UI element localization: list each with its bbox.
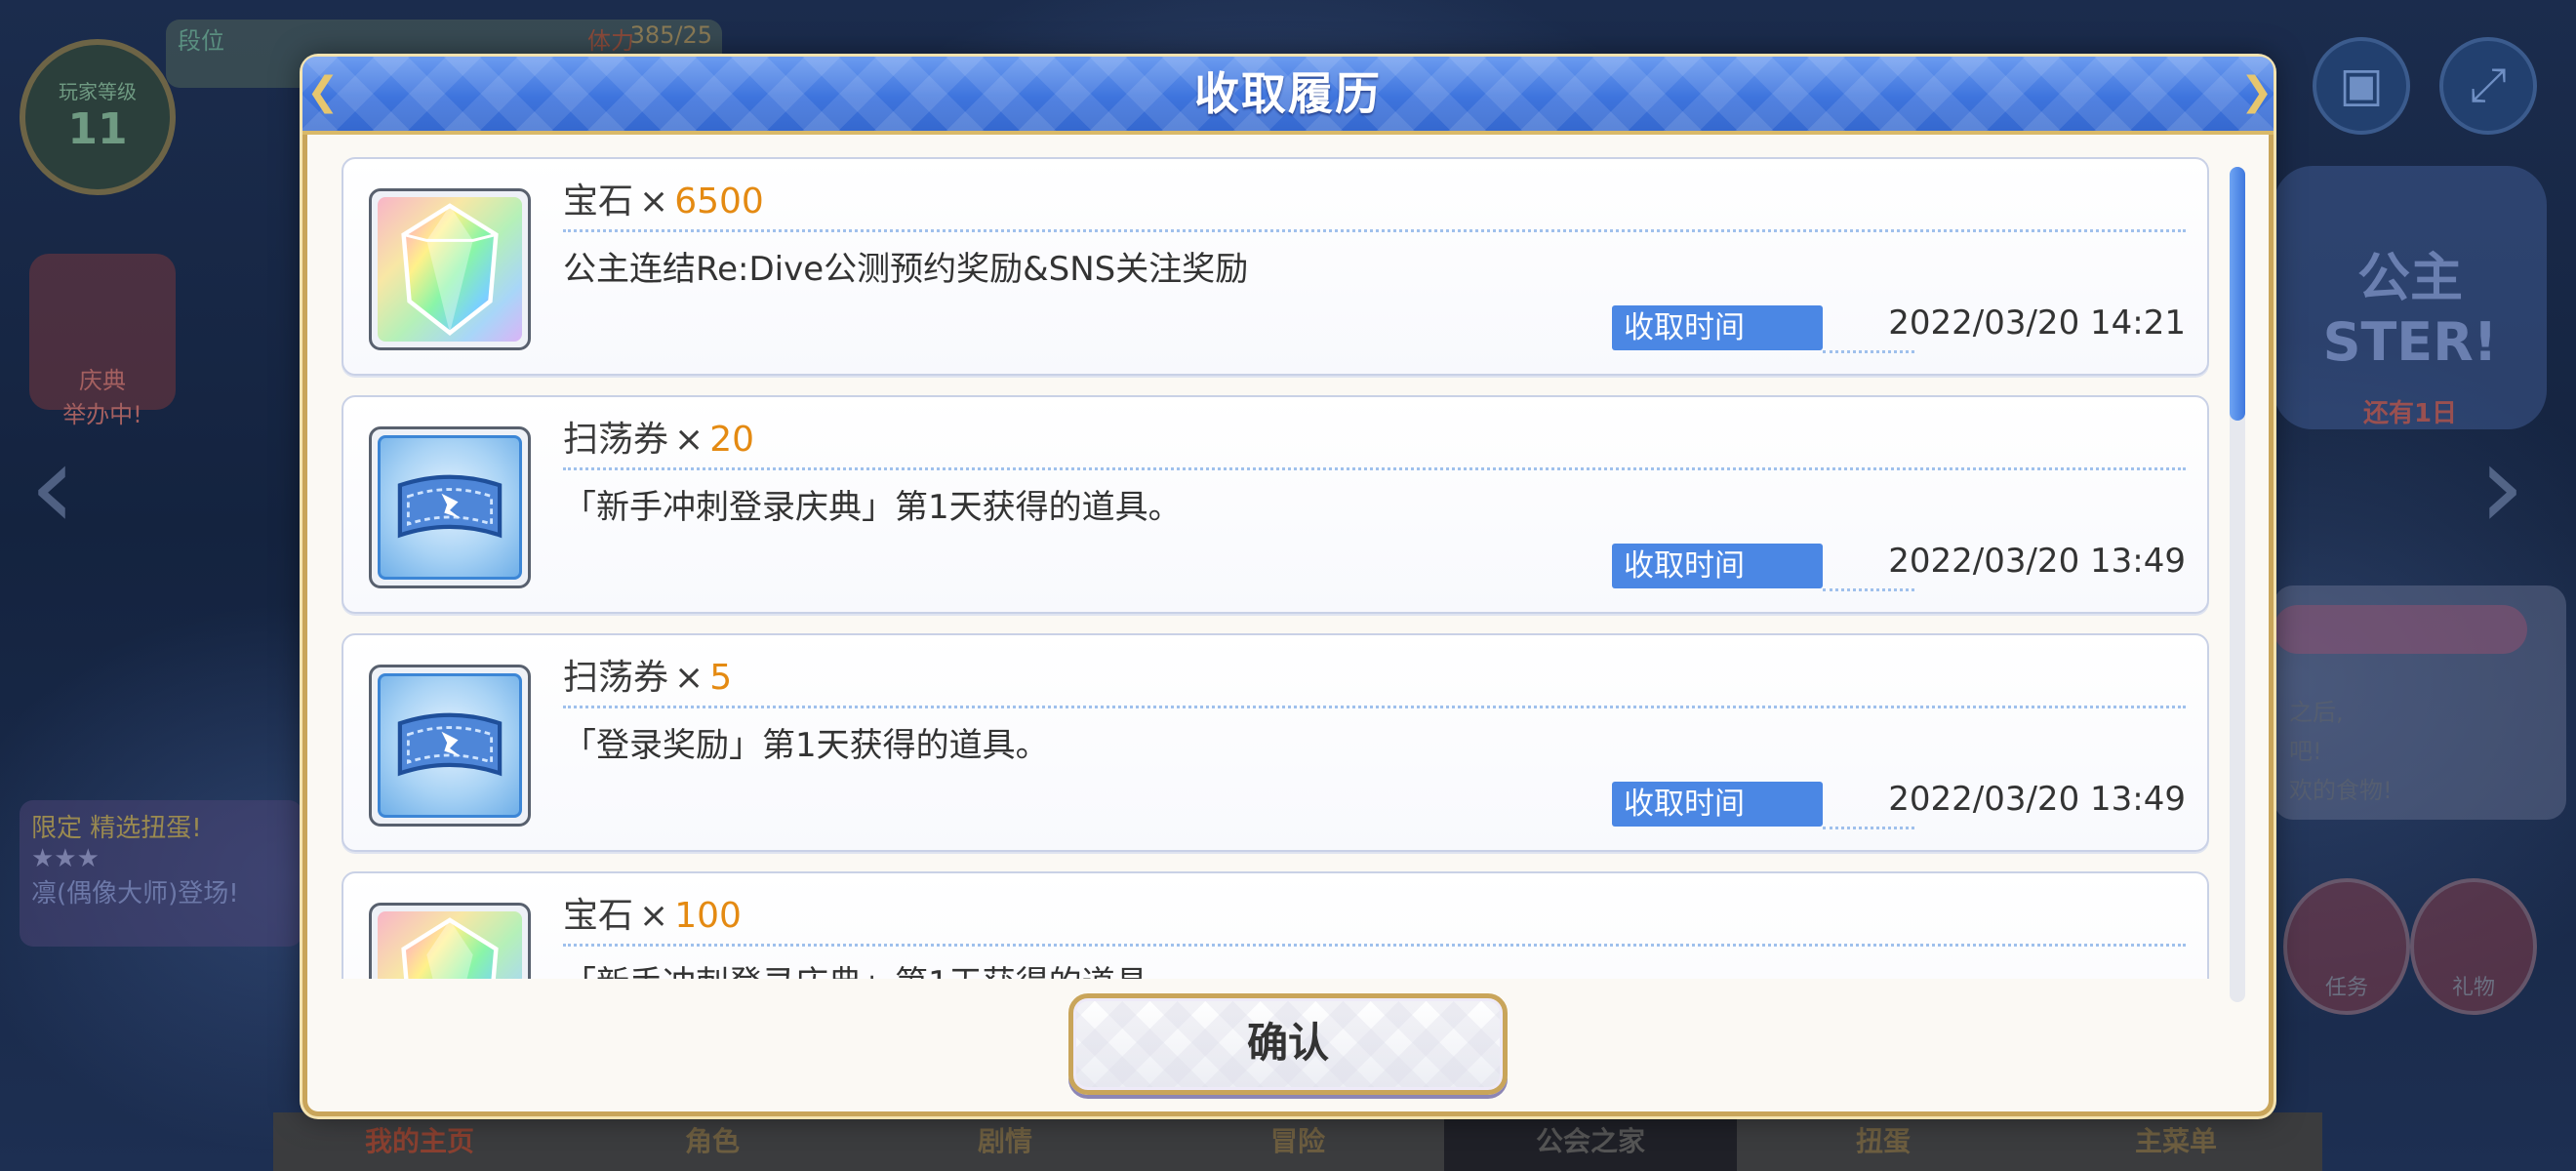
player-level-badge: 玩家等级 11 [20,39,176,195]
item-name-quantity: 扫荡券 × 5 [563,649,732,700]
divider [1823,827,1914,829]
divider [563,467,2186,470]
mission-button: 任务 [2283,878,2410,1015]
bottom-nav: 我的主页 角色 剧情 冒险 公会之家 扭蛋 主菜单 [273,1112,2322,1171]
player-level-value: 11 [67,104,128,154]
news-line: 欢的食物! [2289,777,2393,804]
record-description: 「新手冲刺登录庆典」第1天获得的道具。 [563,488,1182,527]
record-description: 「登录奖励」第1天获得的道具。 [563,726,1049,765]
divider [563,229,2186,232]
history-record: 扫荡券 × 20 「新手冲刺登录庆典」第1天获得的道具。 收取时间 2022/03/… [342,395,2209,614]
times-sign: × [674,420,704,460]
receive-time-value: 2022/03/20 14:21 [1888,303,2186,343]
event-badge-label: 庆典 [79,367,126,394]
history-record: 宝石×100 「新手冲刺登录庆典」第1天获得的道具。 [342,871,2209,979]
nav-item-guild-house: 公会之家 [1444,1112,1737,1171]
record-description: 「新手冲刺登录庆典」第1天获得的道具。 [563,956,1182,979]
player-level-label: 玩家等级 [59,80,137,103]
item-name-quantity: 扫荡券 × 20 [563,411,754,462]
receive-history-dialog: ❮ 收取履历 ❯ 宝石 × 6500 公主连结Re:Dive公测预约奖励&SNS… [302,57,2274,1116]
receive-time-label: 收取时间 [1612,544,1823,588]
news-line: 之后, [2289,699,2344,726]
gift-button: 礼物 [2410,878,2537,1015]
nav-item-home: 我的主页 [364,1125,474,1157]
right-arrow-icon: › [2478,420,2525,555]
event-banner: 公主 STER! 还有1日 [2274,166,2547,429]
stamina-value: 385/25 [629,21,712,49]
item-quantity: 6500 [674,182,764,222]
limited-banner-title: 限定 精选扭蛋! [31,814,202,843]
limited-gacha-banner: 限定 精选扭蛋! ★★★ 凛(偶像大师)登场! [20,800,302,947]
corner-ornament-icon: ❯ [2240,69,2274,114]
corner-ornament-icon: ❮ [306,69,340,114]
dialog-header: ❮ 收取履历 ❯ [302,57,2274,135]
news-header-bar [2274,605,2527,654]
divider [1823,350,1914,353]
item-icon-frame [369,903,531,979]
record-description: 公主连结Re:Dive公测预约奖励&SNS关注奖励 [563,250,1249,289]
receive-time-value: 2022/03/20 13:49 [1888,542,2186,581]
item-icon-frame [369,665,531,827]
sweep-ticket-icon [378,673,522,818]
mission-label: 任务 [2324,976,2368,1000]
scrollbar-thumb[interactable] [2230,167,2245,421]
limited-banner-sub: 凛(偶像大师)登场! [31,879,239,909]
history-record: 宝石 × 6500 公主连结Re:Dive公测预约奖励&SNS关注奖励 收取时间 2… [342,157,2209,376]
gem-icon [378,911,522,979]
event-banner-title: 公主 STER! [2322,247,2498,373]
item-name: 宝石 [563,896,634,936]
rank-label: 段位 [178,27,224,55]
event-badge: 庆典 举办中! [29,254,176,428]
dialog-title: 收取履历 [1194,67,1382,120]
event-banner-sub: 还有1日 [2362,399,2458,428]
fullscreen-button: ⤢ [2439,37,2537,135]
item-name: 扫荡券 [563,658,669,698]
item-quantity: 100 [674,896,742,936]
list-scrollbar[interactable] [2230,167,2245,1002]
nav-item-story: 剧情 [977,1125,1032,1157]
gem-icon [378,197,522,342]
divider [563,944,2186,947]
item-name: 扫荡券 [563,420,669,460]
nav-item-adventure: 冒险 [1269,1125,1325,1157]
nav-item-gacha: 扭蛋 [1855,1125,1911,1157]
news-line: 吧! [2289,738,2322,765]
receive-time-label: 收取时间 [1612,782,1823,827]
divider [1823,588,1914,591]
receive-time-value: 2022/03/20 13:49 [1888,780,2186,819]
times-sign: × [639,896,669,936]
item-icon-frame [369,188,531,350]
gift-label: 礼物 [2451,976,2495,1000]
times-sign: × [674,658,704,698]
item-icon-frame [369,426,531,588]
nav-item-main-menu: 主菜单 [2134,1125,2217,1157]
camera-button: ▣ [2313,37,2410,135]
confirm-button[interactable]: 确认 [1068,993,1508,1095]
stamina-label: 体力 [587,27,634,55]
star-rating-icon: ★★★ [31,844,100,873]
times-sign: × [639,182,669,222]
left-arrow-icon: ‹ [29,420,76,555]
sweep-ticket-icon [378,435,522,580]
item-quantity: 5 [709,658,733,698]
nav-item-characters: 角色 [684,1125,740,1157]
item-name: 宝石 [563,182,634,222]
item-name-quantity: 宝石 × 100 [563,887,742,938]
event-badge-sub: 举办中! [62,401,142,428]
item-quantity: 20 [709,420,754,460]
news-panel: 之后, 吧! 欢的食物! [2274,586,2566,820]
history-list[interactable]: 宝石 × 6500 公主连结Re:Dive公测预约奖励&SNS关注奖励 收取时间 2… [342,157,2225,979]
item-name-quantity: 宝石 × 6500 [563,173,764,223]
history-record: 扫荡券 × 5 「登录奖励」第1天获得的道具。 收取时间 2022/03/20 13… [342,633,2209,852]
divider [563,706,2186,708]
receive-time-label: 收取时间 [1612,305,1823,350]
